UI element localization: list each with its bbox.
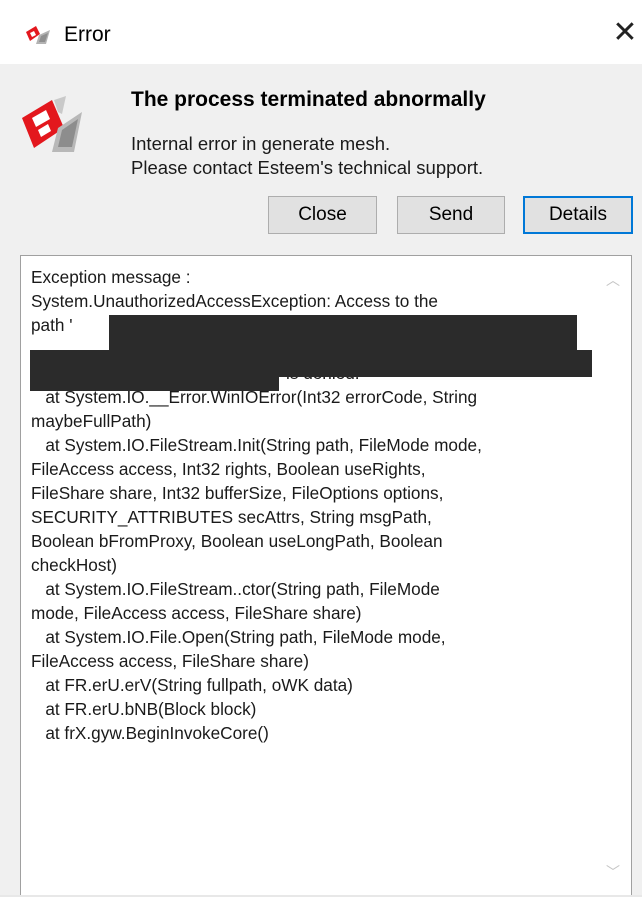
send-button[interactable]: Send bbox=[397, 196, 505, 234]
details-line: FileAccess access, Int32 rights, Boolean… bbox=[31, 459, 426, 479]
close-icon: ✕ bbox=[612, 16, 638, 49]
exception-details-textarea[interactable]: Exception message : System.UnauthorizedAc… bbox=[20, 255, 632, 897]
error-headline: The process terminated abnormally bbox=[131, 88, 486, 111]
details-line: Exception message : bbox=[31, 267, 191, 287]
details-line: SECURITY_ATTRIBUTES secAttrs, String msg… bbox=[31, 507, 432, 527]
details-line: at System.IO.FileStream..ctor(String pat… bbox=[31, 579, 440, 599]
details-line: FileShare share, Int32 bufferSize, FileO… bbox=[31, 483, 444, 503]
details-line: FileAccess access, FileShare share) bbox=[31, 651, 309, 671]
details-line: at frX.gyw.BeginInvokeCore() bbox=[31, 723, 269, 743]
redacted-path-block bbox=[30, 350, 592, 377]
esteem-logo-icon bbox=[22, 96, 82, 152]
error-message-line: Please contact Esteem's technical suppor… bbox=[131, 157, 484, 178]
window-close-button[interactable]: ✕ bbox=[610, 18, 640, 48]
error-message-line: Internal error in generate mesh. bbox=[131, 133, 391, 154]
esteem-logo-icon bbox=[26, 26, 50, 44]
scroll-up-icon[interactable]: ︿ bbox=[603, 270, 623, 290]
details-line: System.UnauthorizedAccessException: Acce… bbox=[31, 291, 438, 311]
redacted-path-block bbox=[109, 315, 577, 350]
window-title: Error bbox=[64, 23, 111, 46]
error-dialog: Error ✕ The process terminated abnormall… bbox=[0, 0, 642, 897]
details-scrollbar[interactable]: ︿ ﹀ bbox=[595, 256, 631, 897]
close-button[interactable]: Close bbox=[268, 196, 377, 234]
details-line: mode, FileAccess access, FileShare share… bbox=[31, 603, 362, 623]
details-line: checkHost) bbox=[31, 555, 117, 575]
details-line: at System.IO.File.Open(String path, File… bbox=[31, 627, 446, 647]
details-line: at FR.erU.erV(String fullpath, oWK data) bbox=[31, 675, 353, 695]
details-line: at System.IO.FileStream.Init(String path… bbox=[31, 435, 482, 455]
redacted-path-block bbox=[30, 377, 279, 391]
details-button[interactable]: Details bbox=[523, 196, 633, 234]
details-line: maybeFullPath) bbox=[31, 411, 152, 431]
scroll-down-icon[interactable]: ﹀ bbox=[603, 862, 623, 882]
title-bar: Error ✕ bbox=[0, 0, 642, 64]
details-line: Boolean bFromProxy, Boolean useLongPath,… bbox=[31, 531, 443, 551]
details-line: at FR.erU.bNB(Block block) bbox=[31, 699, 257, 719]
